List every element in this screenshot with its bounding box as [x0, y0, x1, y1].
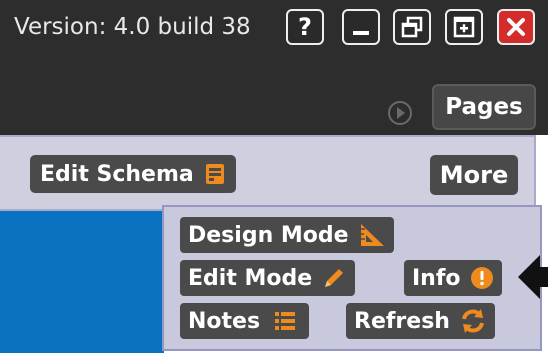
close-button[interactable]	[497, 9, 535, 45]
edit-mode-button[interactable]: Edit Mode	[180, 260, 356, 296]
more-button[interactable]: More	[430, 155, 518, 195]
more-label: More	[439, 161, 509, 189]
version-label: Version: 4.0 build 38	[14, 14, 251, 40]
info-alert-icon	[470, 267, 493, 289]
more-menu: Design Mode Edit Mode Info Notes Refresh	[162, 205, 542, 351]
refresh-button[interactable]: Refresh	[346, 303, 495, 339]
pages-label: Pages	[445, 94, 523, 120]
restore-icon	[401, 16, 423, 38]
pencil-icon	[325, 269, 344, 287]
edit-schema-button[interactable]: Edit Schema	[30, 155, 236, 193]
help-icon: ?	[298, 13, 312, 41]
refresh-icon	[461, 309, 484, 333]
pages-button[interactable]: Pages	[432, 84, 536, 130]
restore-button[interactable]	[393, 9, 431, 45]
maximize-icon	[453, 16, 475, 38]
design-mode-label: Design Mode	[188, 222, 349, 248]
maximize-button[interactable]	[445, 9, 483, 45]
notes-label: Notes	[188, 308, 261, 334]
notes-button[interactable]: Notes	[180, 303, 310, 339]
schema-toolbar: Edit Schema More	[0, 135, 536, 211]
design-mode-button[interactable]: Design Mode	[180, 217, 394, 253]
info-label: Info	[412, 265, 461, 291]
edit-mode-label: Edit Mode	[188, 265, 313, 291]
title-bar: Version: 4.0 build 38 ? Pages	[0, 0, 548, 135]
content-panel	[0, 211, 164, 353]
play-icon[interactable]	[386, 99, 414, 127]
help-button[interactable]: ?	[286, 9, 324, 45]
minimize-icon	[353, 31, 369, 35]
app-window: Version: 4.0 build 38 ? Pages Edit Schem…	[0, 0, 548, 353]
info-button[interactable]: Info	[404, 260, 502, 296]
refresh-label: Refresh	[354, 308, 450, 334]
notes-list-icon	[275, 312, 296, 330]
pointer-arrow-icon	[518, 255, 548, 299]
edit-schema-icon	[205, 164, 224, 184]
ruler-triangle-icon	[360, 224, 384, 246]
minimize-button[interactable]	[342, 9, 380, 45]
edit-schema-label: Edit Schema	[40, 161, 194, 187]
close-icon	[507, 18, 525, 36]
